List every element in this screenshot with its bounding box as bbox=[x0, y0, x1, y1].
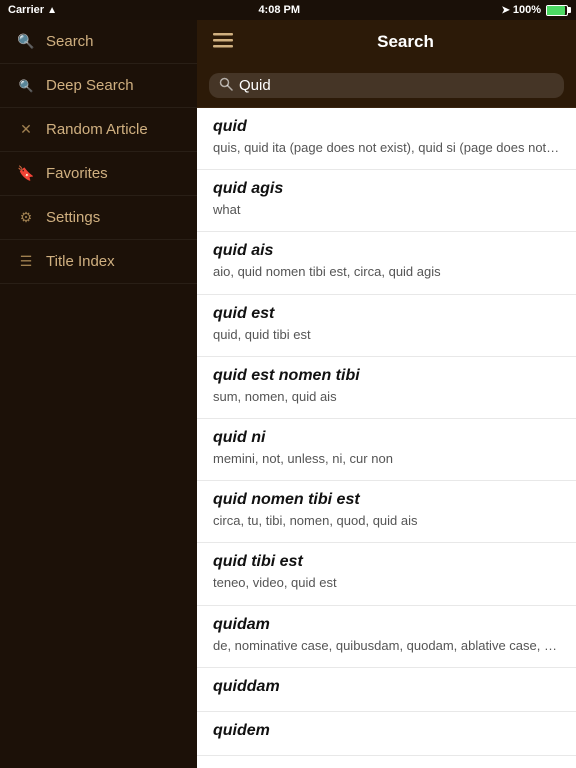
result-item[interactable]: quid ni memini, not, unless, ni, cur non bbox=[197, 419, 576, 481]
header-title: Search bbox=[247, 32, 564, 52]
status-battery: ➤ 100% bbox=[501, 4, 568, 16]
sidebar-item-deep-search[interactable]: 🔍 Deep Search bbox=[0, 64, 197, 108]
sidebar-item-favorites[interactable]: 🔖 Favorites bbox=[0, 152, 197, 196]
sidebar-label-settings: Settings bbox=[46, 209, 100, 226]
random-article-icon: ✕ bbox=[16, 120, 36, 140]
hamburger-menu-button[interactable] bbox=[209, 26, 237, 59]
status-time: 4:08 PM bbox=[258, 4, 300, 16]
sidebar-item-random-article[interactable]: ✕ Random Article bbox=[0, 108, 197, 152]
search-icon: 🔍 bbox=[16, 32, 36, 52]
result-item[interactable]: quid est quid, quid tibi est bbox=[197, 295, 576, 357]
result-item[interactable]: quidem bbox=[197, 712, 576, 756]
search-input-wrapper[interactable] bbox=[209, 73, 564, 98]
result-description: sum, nomen, quid ais bbox=[213, 388, 560, 406]
result-description: quis, quid ita (page does not exist), qu… bbox=[213, 139, 560, 157]
title-index-icon: ☰ bbox=[16, 252, 36, 272]
result-item[interactable]: quid ais aio, quid nomen tibi est, circa,… bbox=[197, 232, 576, 294]
result-title: quiddam bbox=[213, 678, 560, 696]
result-description: teneo, video, quid est bbox=[213, 574, 560, 592]
results-list: quid quis, quid ita (page does not exist)… bbox=[197, 108, 576, 768]
result-title: quid est bbox=[213, 305, 560, 323]
result-title: quid tibi est bbox=[213, 553, 560, 571]
result-title: quidem bbox=[213, 722, 560, 740]
result-title: quid bbox=[213, 118, 560, 136]
result-item[interactable]: quidam de, nominative case, quibusdam, qu… bbox=[197, 606, 576, 668]
sidebar-label-random-article: Random Article bbox=[46, 121, 148, 138]
result-description: de, nominative case, quibusdam, quodam, … bbox=[213, 637, 560, 655]
sidebar-label-deep-search: Deep Search bbox=[46, 77, 134, 94]
result-title: quid ais bbox=[213, 242, 560, 260]
result-item[interactable]: quid quis, quid ita (page does not exist)… bbox=[197, 108, 576, 170]
sidebar-item-search[interactable]: 🔍 Search bbox=[0, 20, 197, 64]
result-item[interactable]: quid agis what bbox=[197, 170, 576, 232]
result-item[interactable]: quid est nomen tibi sum, nomen, quid ais bbox=[197, 357, 576, 419]
result-title: quid agis bbox=[213, 180, 560, 198]
content-header: Search bbox=[197, 20, 576, 64]
status-carrier: Carrier ▲ bbox=[8, 4, 57, 16]
content-area: Search quid quis, quid ita (page does not… bbox=[197, 20, 576, 768]
result-title: quid nomen tibi est bbox=[213, 491, 560, 509]
sidebar-label-search: Search bbox=[46, 33, 94, 50]
deep-search-icon: 🔍 bbox=[16, 76, 36, 96]
sidebar-label-favorites: Favorites bbox=[46, 165, 108, 182]
result-title: quid est nomen tibi bbox=[213, 367, 560, 385]
search-magnify-icon bbox=[219, 77, 233, 94]
sidebar-item-settings[interactable]: ⚙ Settings bbox=[0, 196, 197, 240]
sidebar-label-title-index: Title Index bbox=[46, 253, 115, 270]
favorites-icon: 🔖 bbox=[16, 164, 36, 184]
search-bar bbox=[197, 64, 576, 108]
sidebar-item-title-index[interactable]: ☰ Title Index bbox=[0, 240, 197, 284]
result-description: what bbox=[213, 201, 560, 219]
result-description: quid, quid tibi est bbox=[213, 326, 560, 344]
result-description: memini, not, unless, ni, cur non bbox=[213, 450, 560, 468]
result-description: circa, tu, tibi, nomen, quod, quid ais bbox=[213, 512, 560, 530]
result-item[interactable]: quid nomen tibi est circa, tu, tibi, nome… bbox=[197, 481, 576, 543]
status-bar: Carrier ▲ 4:08 PM ➤ 100% bbox=[0, 0, 576, 20]
result-description: aio, quid nomen tibi est, circa, quid ag… bbox=[213, 263, 560, 281]
result-item[interactable]: quid tibi est teneo, video, quid est bbox=[197, 543, 576, 605]
result-item[interactable]: quiddam bbox=[197, 668, 576, 712]
result-title: quid ni bbox=[213, 429, 560, 447]
sidebar: 🔍 Search 🔍 Deep Search ✕ Random Article … bbox=[0, 20, 197, 768]
result-title: quidam bbox=[213, 616, 560, 634]
search-input[interactable] bbox=[239, 77, 554, 94]
settings-icon: ⚙ bbox=[16, 208, 36, 228]
